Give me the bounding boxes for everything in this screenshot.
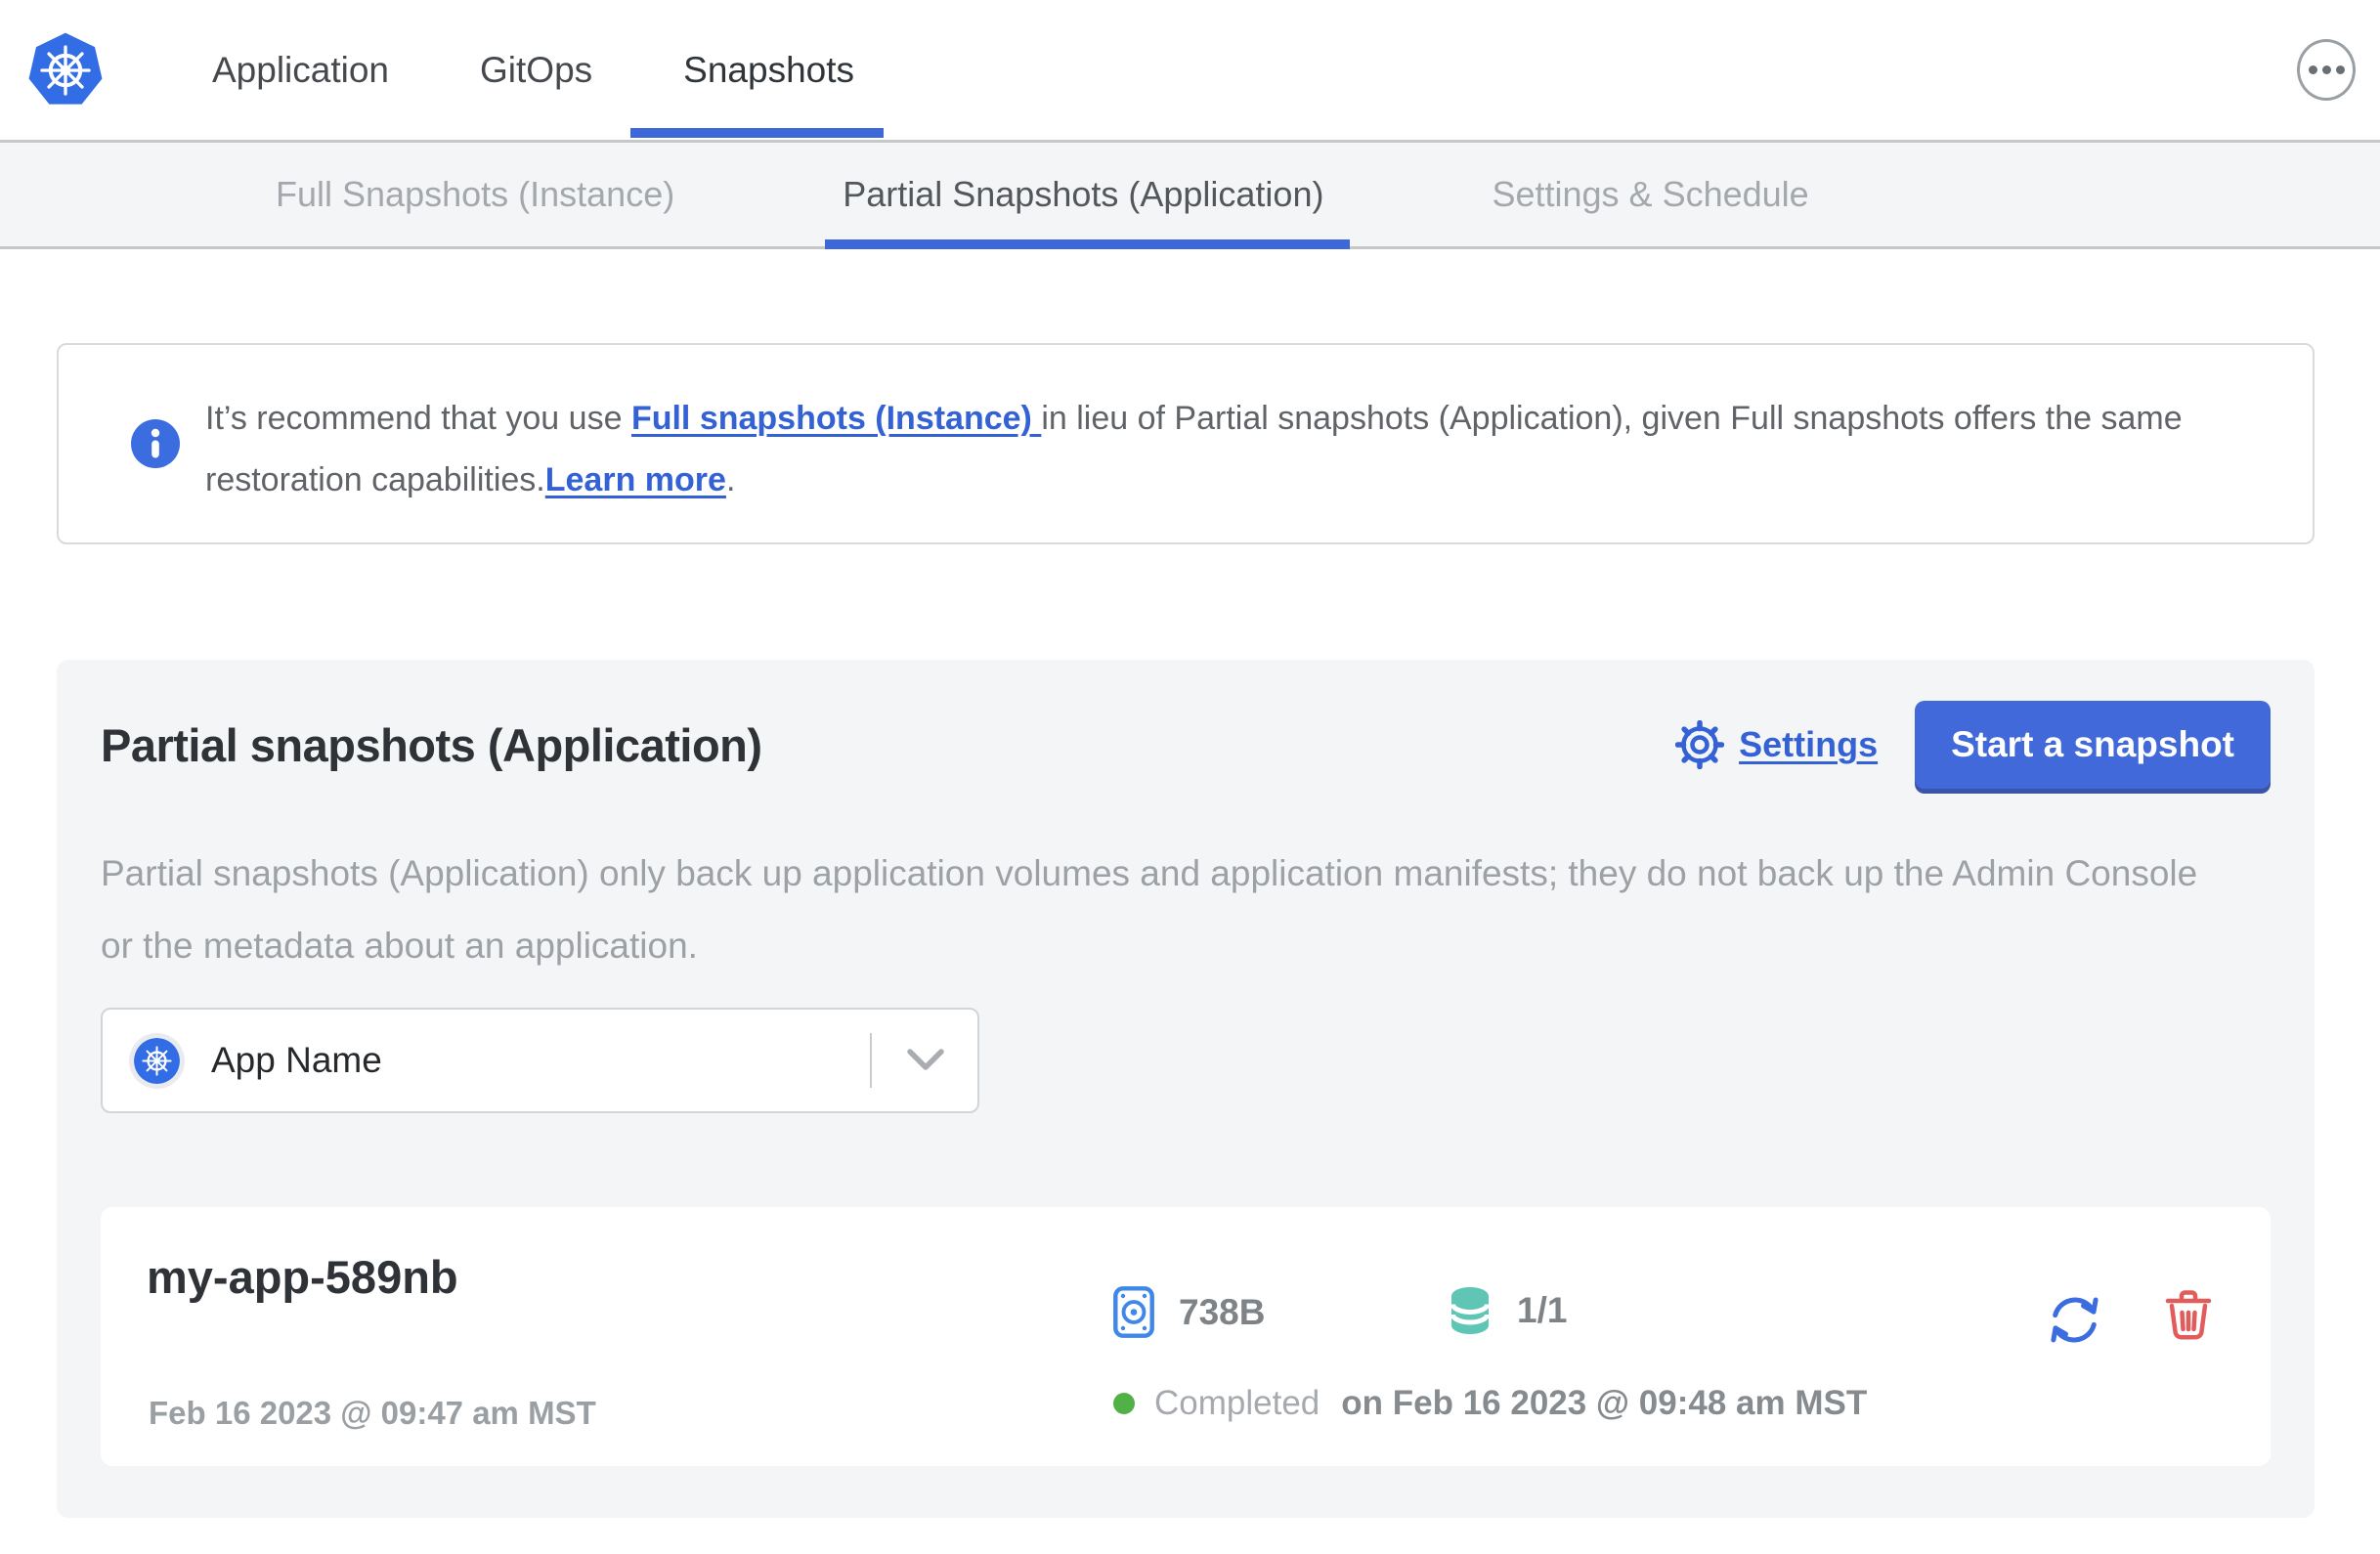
trash-icon xyxy=(2165,1290,2212,1340)
snapshot-status-row: Completed on Feb 16 2023 @ 09:48 am MST xyxy=(1113,1384,1867,1423)
kubernetes-logo-icon xyxy=(28,32,103,105)
select-divider xyxy=(870,1033,872,1088)
start-snapshot-button[interactable]: Start a snapshot xyxy=(1915,701,2271,789)
ellipsis-icon xyxy=(2308,65,2317,74)
panel-description: Partial snapshots (Application) only bac… xyxy=(101,853,2198,966)
snapshot-status: Completed xyxy=(1154,1384,1320,1422)
restore-icon xyxy=(2046,1291,2104,1350)
database-icon xyxy=(1450,1287,1490,1334)
snapshot-settings-link[interactable]: Settings xyxy=(1675,720,1878,769)
info-icon xyxy=(131,419,180,468)
snapshot-started-timestamp: Feb 16 2023 @ 09:47 am MST xyxy=(149,1395,596,1431)
app-select-value: App Name xyxy=(211,1040,382,1080)
ellipsis-icon xyxy=(2321,65,2331,74)
panel-header-row: Partial snapshots (Application) Settings… xyxy=(101,660,2271,789)
banner-text-suffix: . xyxy=(725,461,736,498)
settings-link-label: Settings xyxy=(1739,724,1879,764)
partial-snapshots-panel: Partial snapshots (Application) Settings… xyxy=(57,660,2315,1518)
chevron-down-icon xyxy=(907,1049,944,1070)
nav-tab-snapshots[interactable]: Snapshots xyxy=(630,0,884,140)
app-name-select[interactable]: App Name xyxy=(101,1008,979,1113)
nav-tab-application[interactable]: Application xyxy=(212,0,389,140)
subtab-partial-snapshots[interactable]: Partial Snapshots (Application) xyxy=(825,143,1351,249)
restore-snapshot-button[interactable] xyxy=(2046,1291,2104,1350)
panel-actions: Settings Start a snapshot xyxy=(1675,701,2271,789)
subtab-settings-schedule[interactable]: Settings & Schedule xyxy=(1492,143,1808,246)
snapshot-completed-timestamp: on Feb 16 2023 @ 09:48 am MST xyxy=(1341,1384,1868,1422)
page-title: Partial snapshots (Application) xyxy=(101,718,762,771)
status-success-dot-icon xyxy=(1113,1393,1135,1414)
kubernetes-app-icon xyxy=(134,1037,180,1084)
more-menu-button[interactable] xyxy=(2297,39,2356,101)
top-header: Application GitOps Snapshots xyxy=(0,0,2380,143)
snapshot-row: my-app-589nb Feb 16 2023 @ 09:47 am MST … xyxy=(101,1207,2271,1466)
nav-tab-gitops[interactable]: GitOps xyxy=(480,0,592,140)
ellipsis-icon xyxy=(2335,65,2345,74)
delete-snapshot-button[interactable] xyxy=(2161,1287,2216,1346)
snapshot-name: my-app-589nb xyxy=(147,1251,458,1303)
info-banner: It’s recommend that you use Full snapsho… xyxy=(57,343,2315,544)
snapshot-volumes-metric: 1/1 xyxy=(1447,1285,1567,1336)
banner-message: It’s recommend that you use Full snapsho… xyxy=(205,388,2258,511)
main-nav: Application GitOps Snapshots xyxy=(212,0,884,140)
snapshot-size-metric: 738B xyxy=(1112,1285,1265,1339)
snapshot-size-value: 738B xyxy=(1179,1291,1266,1332)
learn-more-link[interactable]: Learn more xyxy=(545,461,726,498)
banner-text-intro: It’s recommend that you use xyxy=(205,400,631,437)
disk-icon xyxy=(1113,1286,1154,1338)
full-snapshots-link[interactable]: Full snapshots (Instance) xyxy=(631,400,1041,437)
gear-icon xyxy=(1675,720,1725,769)
snapshots-subnav: Full Snapshots (Instance) Partial Snapsh… xyxy=(0,143,2380,249)
snapshot-volumes-value: 1/1 xyxy=(1517,1290,1568,1330)
subtab-full-snapshots[interactable]: Full Snapshots (Instance) xyxy=(276,143,674,246)
